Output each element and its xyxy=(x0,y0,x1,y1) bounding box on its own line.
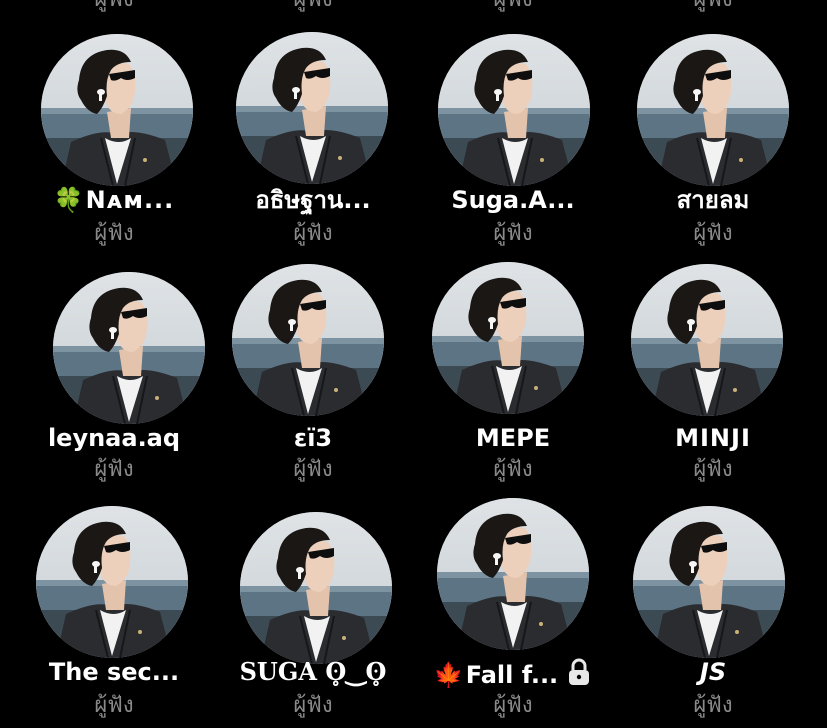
top-row-role-label: ผู้ฟัง xyxy=(613,0,813,12)
profile-photo xyxy=(36,506,188,658)
top-row-role-label: ผู้ฟัง xyxy=(213,0,413,12)
avatar[interactable] xyxy=(53,272,205,424)
profile-photo xyxy=(232,264,384,416)
listener-item[interactable]: The sec... ผู้ฟัง xyxy=(14,500,214,728)
profile-photo xyxy=(432,262,584,414)
listener-grid: ผู้ฟัง ผู้ฟัง ผู้ฟัง ผู้ฟัง 🍀Nᴀᴍ... ผู้ฟ… xyxy=(0,0,827,728)
top-row-role-label: ผู้ฟัง xyxy=(413,0,613,12)
listener-item[interactable]: leynaa.aq ผู้ฟัง xyxy=(14,266,214,486)
listener-name: MEPE xyxy=(475,424,551,452)
avatar[interactable] xyxy=(633,506,785,658)
listener-role: ผู้ฟัง xyxy=(493,693,533,718)
listener-name: leynaa.aq xyxy=(47,424,181,452)
listener-name: εї3 xyxy=(293,424,333,452)
lock-icon xyxy=(566,658,592,692)
listener-role: ผู้ฟัง xyxy=(94,221,134,246)
listener-name: SUGA ʘ̥‿ʘ̥ xyxy=(239,657,387,686)
listener-item[interactable]: SUGA ʘ̥‿ʘ̥ ผู้ฟัง xyxy=(213,500,413,728)
listener-name: The sec... xyxy=(48,658,180,686)
listener-role: ผู้ฟัง xyxy=(693,221,733,246)
listener-role: ผู้ฟัง xyxy=(94,693,134,718)
listener-role: ผู้ฟัง xyxy=(493,221,533,246)
avatar[interactable] xyxy=(240,512,392,664)
profile-photo xyxy=(437,498,589,650)
profile-photo xyxy=(633,506,785,658)
listener-item[interactable]: อธิษฐาน... ผู้ฟัง xyxy=(213,30,413,250)
listener-name: MINJI xyxy=(675,424,751,452)
listener-role: ผู้ฟัง xyxy=(693,693,733,718)
avatar[interactable] xyxy=(437,498,589,650)
profile-photo xyxy=(240,512,392,664)
maple-leaf-icon: 🍁 xyxy=(433,661,464,689)
profile-photo xyxy=(631,264,783,416)
profile-photo xyxy=(236,32,388,184)
listener-item[interactable]: MEPE ผู้ฟัง xyxy=(413,262,613,486)
listener-item[interactable]: 🍁Fall f... ผู้ฟัง xyxy=(413,498,613,728)
listener-name: JS xyxy=(699,658,727,686)
listener-role: ผู้ฟัง xyxy=(293,221,333,246)
listener-item[interactable]: สายลม ผู้ฟัง xyxy=(613,30,813,250)
profile-photo xyxy=(53,272,205,424)
listener-name-text: Fall f... xyxy=(465,661,559,689)
listener-role: ผู้ฟัง xyxy=(293,693,333,718)
listener-item[interactable]: MINJI ผู้ฟัง xyxy=(613,264,813,486)
listener-role: ผู้ฟัง xyxy=(493,457,533,482)
avatar[interactable] xyxy=(41,34,193,186)
listener-name: สายลม xyxy=(676,186,750,214)
listener-role: ผู้ฟัง xyxy=(293,457,333,482)
listener-name: Suga.A... xyxy=(451,186,575,214)
avatar[interactable] xyxy=(36,506,188,658)
profile-photo xyxy=(637,34,789,186)
listener-name: 🍀Nᴀᴍ... xyxy=(14,186,214,214)
listener-role: ผู้ฟัง xyxy=(693,457,733,482)
listener-role: ผู้ฟัง xyxy=(94,457,134,482)
avatar[interactable] xyxy=(438,34,590,186)
avatar[interactable] xyxy=(236,32,388,184)
listener-item[interactable]: εї3 ผู้ฟัง xyxy=(213,264,413,486)
profile-photo xyxy=(438,34,590,186)
clover-icon: 🍀 xyxy=(53,186,84,214)
listener-name: 🍁Fall f... xyxy=(413,658,613,692)
avatar[interactable] xyxy=(637,34,789,186)
avatar[interactable] xyxy=(432,262,584,414)
top-row-role-label: ผู้ฟัง xyxy=(14,0,214,12)
listener-item[interactable]: JS ผู้ฟัง xyxy=(613,500,813,728)
listener-name: อธิษฐาน... xyxy=(255,186,371,214)
listener-item[interactable]: Suga.A... ผู้ฟัง xyxy=(413,30,613,250)
avatar[interactable] xyxy=(232,264,384,416)
avatar[interactable] xyxy=(631,264,783,416)
listener-item[interactable]: 🍀Nᴀᴍ... ผู้ฟัง xyxy=(14,30,214,250)
listener-name-text: Nᴀᴍ... xyxy=(85,186,175,214)
profile-photo xyxy=(41,34,193,186)
